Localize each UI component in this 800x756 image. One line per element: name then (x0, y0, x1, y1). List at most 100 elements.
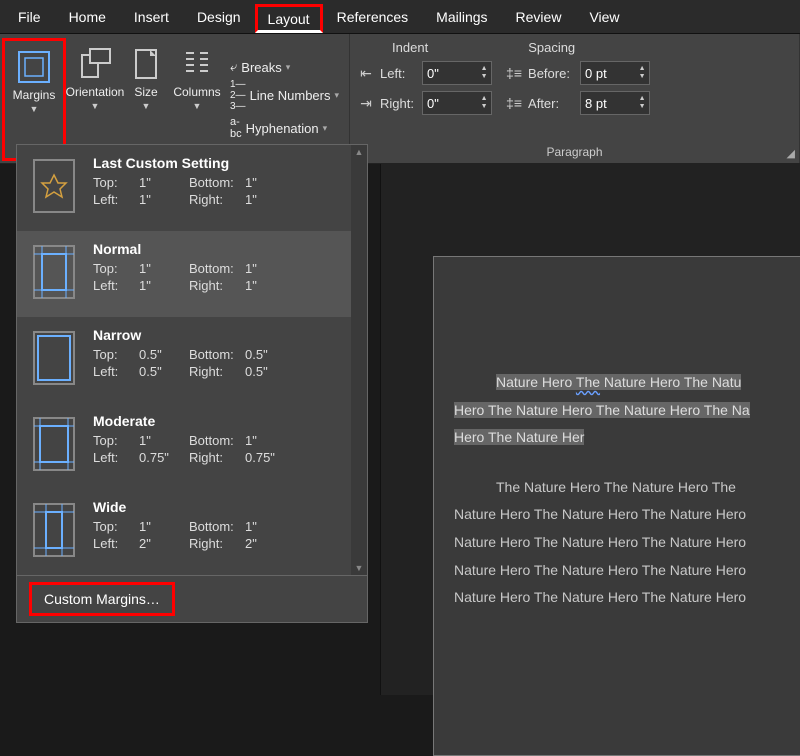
spin-down[interactable]: ▼ (635, 103, 649, 111)
indent-right-icon: ⇥ (356, 95, 376, 112)
size-button[interactable]: Size ▼ (124, 38, 168, 161)
right-label: Right: (189, 450, 245, 465)
doc-line[interactable]: Nature Hero The Nature Hero The Nature H… (454, 533, 800, 553)
spin-up[interactable]: ▲ (477, 95, 491, 103)
left-value: 0.5" (139, 364, 189, 379)
hyphenation-button[interactable]: a-bc Hyphenation ▾ (230, 116, 339, 140)
chevron-down-icon: ▾ (286, 62, 291, 73)
margins-dropdown: Last Custom SettingTop:1"Bottom:1"Left:1… (16, 144, 368, 623)
tab-references[interactable]: References (323, 3, 423, 31)
scroll-down-icon[interactable]: ▼ (355, 563, 364, 573)
margins-option-last-custom-setting[interactable]: Last Custom SettingTop:1"Bottom:1"Left:1… (17, 145, 351, 231)
tab-design[interactable]: Design (183, 3, 255, 31)
top-label: Top: (93, 433, 139, 448)
chevron-down-icon: ▼ (91, 101, 100, 111)
spacing-after-input[interactable]: ▲▼ (580, 91, 650, 115)
chevron-down-icon: ▾ (335, 90, 340, 101)
tab-review[interactable]: Review (502, 3, 576, 31)
line-numbers-label: Line Numbers (250, 88, 331, 103)
spin-up[interactable]: ▲ (477, 65, 491, 73)
right-value: 1" (245, 278, 285, 293)
left-label: Left: (93, 192, 139, 207)
doc-line[interactable]: Nature Hero The Nature Hero The Nature H… (454, 588, 800, 608)
left-value: 1" (139, 278, 189, 293)
right-label: Right: (189, 364, 245, 379)
doc-line[interactable]: Nature Hero The Nature Hero The Nature H… (454, 505, 800, 525)
paragraph-launcher[interactable]: ◢ (787, 147, 795, 160)
spacing-header: Spacing (528, 40, 575, 55)
indent-left-value[interactable] (423, 66, 477, 81)
doc-line[interactable]: Nature Hero The Nature Hero The Natu (454, 373, 800, 393)
margins-option-normal[interactable]: NormalTop:1"Bottom:1"Left:1"Right:1" (17, 231, 351, 317)
indent-left-input[interactable]: ▲▼ (422, 61, 492, 85)
tab-file[interactable]: File (4, 3, 55, 31)
indent-left-label: Left: (380, 66, 418, 81)
margins-button[interactable]: Margins ▼ (5, 41, 63, 118)
top-label: Top: (93, 347, 139, 362)
margins-option-wide[interactable]: WideTop:1"Bottom:1"Left:2"Right:2" (17, 489, 351, 575)
top-value: 0.5" (139, 347, 189, 362)
spacing-after-label: After: (528, 96, 576, 111)
spacing-before-label: Before: (528, 66, 576, 81)
margins-option-narrow[interactable]: NarrowTop:0.5"Bottom:0.5"Left:0.5"Right:… (17, 317, 351, 403)
margins-option-info: NormalTop:1"Bottom:1"Left:1"Right:1" (93, 241, 339, 303)
breaks-icon: ⤶ (230, 59, 237, 75)
tab-view[interactable]: View (575, 3, 633, 31)
bottom-label: Bottom: (189, 261, 245, 276)
margins-option-info: Last Custom SettingTop:1"Bottom:1"Left:1… (93, 155, 339, 217)
bottom-label: Bottom: (189, 519, 245, 534)
tab-layout[interactable]: Layout (255, 4, 323, 33)
tab-home[interactable]: Home (55, 3, 120, 31)
scroll-up-icon[interactable]: ▲ (355, 147, 364, 157)
doc-line[interactable]: Nature Hero The Nature Hero The Nature H… (454, 561, 800, 581)
custom-margins-button[interactable]: Custom Margins… (29, 582, 175, 616)
columns-label: Columns (173, 86, 220, 99)
doc-line[interactable]: The Nature Hero The Nature Hero The (454, 478, 800, 498)
spacing-after-value[interactable] (581, 96, 635, 111)
line-numbers-icon: 1—2—3— (230, 79, 246, 112)
spacing-after-icon: ‡≡ (504, 95, 524, 111)
doc-line[interactable]: Hero The Nature Her (454, 428, 800, 448)
doc-line[interactable]: Hero The Nature Hero The Nature Hero The… (454, 401, 800, 421)
spin-up[interactable]: ▲ (635, 95, 649, 103)
margins-thumb-icon (29, 241, 79, 303)
spin-down[interactable]: ▼ (477, 73, 491, 81)
hyphenation-icon: a-bc (230, 116, 242, 140)
spin-up[interactable]: ▲ (635, 65, 649, 73)
columns-icon (179, 46, 215, 82)
top-value: 1" (139, 261, 189, 276)
indent-right-input[interactable]: ▲▼ (422, 91, 492, 115)
tab-mailings[interactable]: Mailings (422, 3, 501, 31)
bottom-label: Bottom: (189, 433, 245, 448)
line-numbers-button[interactable]: 1—2—3— Line Numbers ▾ (230, 79, 339, 112)
bottom-value: 1" (245, 175, 285, 190)
spin-down[interactable]: ▼ (635, 73, 649, 81)
breaks-button[interactable]: ⤶ Breaks ▾ (230, 59, 339, 75)
spacing-before-icon: ‡≡ (504, 65, 524, 81)
left-label: Left: (93, 450, 139, 465)
bottom-value: 1" (245, 433, 285, 448)
margins-option-name: Moderate (93, 413, 339, 429)
margins-thumb-icon (29, 499, 79, 561)
indent-right-value[interactable] (423, 96, 477, 111)
chevron-down-icon: ▼ (142, 101, 151, 111)
ribbon-tabs: File Home Insert Design Layout Reference… (0, 0, 800, 34)
top-label: Top: (93, 519, 139, 534)
bottom-label: Bottom: (189, 175, 245, 190)
spin-down[interactable]: ▼ (477, 103, 491, 111)
indent-header: Indent (392, 40, 428, 55)
bottom-value: 1" (245, 261, 285, 276)
document-page[interactable]: Nature Hero The Nature Hero The Natu Her… (433, 256, 800, 756)
spacing-before-input[interactable]: ▲▼ (580, 61, 650, 85)
dropdown-scrollbar[interactable]: ▲ ▼ (351, 145, 367, 575)
tab-insert[interactable]: Insert (120, 3, 183, 31)
spacing-before-value[interactable] (581, 66, 635, 81)
margins-option-moderate[interactable]: ModerateTop:1"Bottom:1"Left:0.75"Right:0… (17, 403, 351, 489)
orientation-button[interactable]: Orientation ▼ (66, 38, 124, 161)
breaks-label: Breaks (241, 60, 281, 75)
document-canvas: Nature Hero The Nature Hero The Natu Her… (380, 164, 800, 695)
columns-button[interactable]: Columns ▼ (168, 38, 226, 161)
margins-thumb-icon (29, 413, 79, 475)
left-value: 2" (139, 536, 189, 551)
left-value: 0.75" (139, 450, 189, 465)
